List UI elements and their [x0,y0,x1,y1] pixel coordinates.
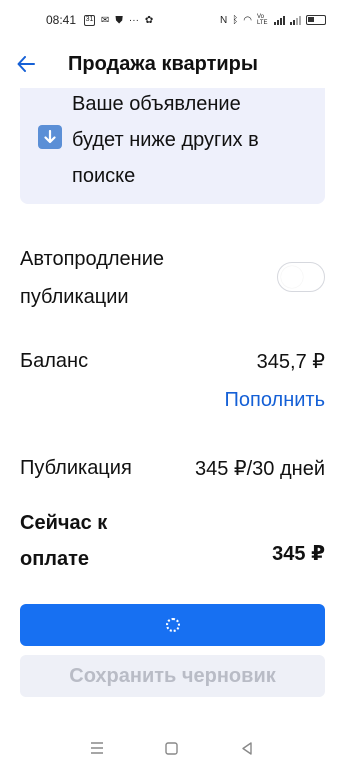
info-line-2: будет ниже других в [72,129,259,151]
back-button[interactable] [0,40,52,88]
signal-icon [274,15,285,25]
page-title: Продажа квартиры [68,52,258,75]
home-square-icon [165,741,179,755]
payment-value: 345 ₽ [272,543,325,565]
loading-spinner-icon [165,618,180,632]
network-label: Vo LTE [257,14,268,26]
status-bar: 08:41 31 ✉ ⛊ ··· ✿ N ᛒ ◠ Vo LTE [0,0,344,40]
app-icon: ✿ [144,14,154,26]
signal-2-icon [290,15,301,25]
nfc-icon: N [220,14,228,26]
info-banner-text: Ваше объявление будет ниже других в поис… [72,88,317,194]
payment-label: Сейчас к оплате [20,505,200,577]
app-bar: Продажа квартиры [0,40,344,88]
battery-icon [306,15,326,25]
autorenew-label-line-1: Автопродление [20,248,165,270]
save-draft-button[interactable]: Сохранить черновик [20,655,325,697]
menu-nav-button[interactable] [77,733,117,763]
info-banner: Ваше объявление будет ниже других в поис… [20,88,325,204]
back-nav-button[interactable] [227,733,267,763]
system-nav-bar [0,728,344,768]
more-icon: ··· [128,14,139,26]
back-arrow-icon [17,56,35,72]
payment-label-line-1: Сейчас к [20,512,108,534]
autorenew-toggle[interactable] [277,262,325,292]
home-nav-button[interactable] [152,733,192,763]
balance-value: 345,7 ₽ [256,350,325,373]
calendar-icon: 31 [84,14,96,26]
payment-label-line-2: оплате [20,548,90,570]
menu-icon [91,742,104,754]
shield-icon: ⛊ [115,14,123,26]
bluetooth-icon: ᛒ [232,14,239,26]
info-line-3: поиске [72,165,136,187]
autorenew-label-line-2: публикации [20,286,129,308]
back-triangle-icon [241,741,252,755]
mail-icon: ✉ [101,14,110,26]
publication-label: Публикация [20,456,132,479]
autorenew-label: Автопродление публикации [20,240,240,316]
topup-link[interactable]: Пополнить [225,389,325,412]
wifi-icon: ◠ [243,14,252,26]
balance-label: Баланс [20,349,89,372]
down-arrow-emoji-icon [38,125,62,149]
pay-button[interactable] [20,604,325,646]
autorenew-row: Автопродление публикации [20,240,325,316]
balance-row: Баланс 345,7 ₽ [20,345,325,377]
status-system-icons: N ᛒ ◠ Vo LTE [220,14,326,26]
status-notifications: 31 ✉ ⛊ ··· ✿ [84,14,154,26]
publication-price: 345 ₽/30 дней [194,457,325,480]
publication-row: Публикация 345 ₽/30 дней [20,452,325,484]
info-line-1: Ваше объявление [72,93,241,115]
status-time: 08:41 [46,13,77,27]
